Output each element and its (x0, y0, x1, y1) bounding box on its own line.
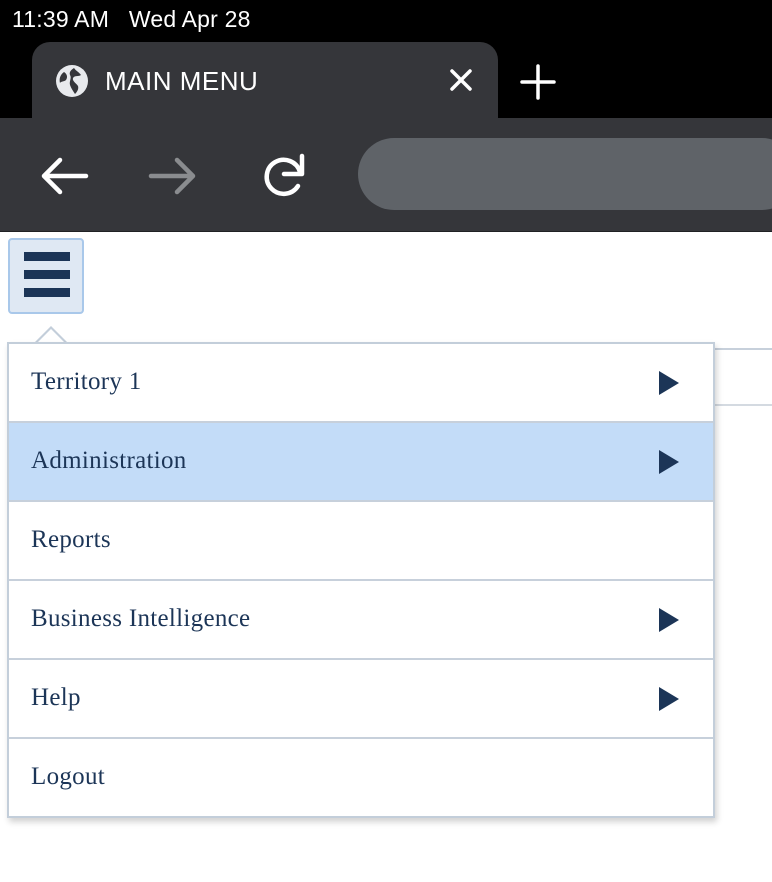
tab-title: MAIN MENU (105, 66, 259, 96)
status-bar: 11:39 AM Wed Apr 28 (0, 0, 772, 42)
plus-icon[interactable] (518, 62, 558, 102)
menu-item-territory-1[interactable]: Territory 1 (9, 344, 713, 423)
submenu-arrow-icon (659, 608, 679, 632)
submenu-arrow-icon (659, 371, 679, 395)
page-content: Territory 1 Administration Reports Busin… (0, 232, 772, 882)
menu-item-administration[interactable]: Administration (9, 423, 713, 502)
menu-item-label: Territory 1 (31, 368, 142, 395)
reload-icon[interactable] (256, 148, 312, 204)
address-bar[interactable] (358, 138, 772, 210)
menu-item-business-intelligence[interactable]: Business Intelligence (9, 581, 713, 660)
menu-item-label: Administration (31, 447, 187, 474)
menu-item-reports[interactable]: Reports (9, 502, 713, 581)
menu-item-label: Logout (31, 763, 106, 790)
main-menu-dropdown: Territory 1 Administration Reports Busin… (7, 342, 715, 818)
status-time-date: 11:39 AM Wed Apr 28 (12, 6, 251, 32)
forward-arrow-icon[interactable] (145, 148, 201, 204)
browser-toolbar (0, 118, 772, 232)
menu-item-label: Business Intelligence (31, 605, 251, 632)
menu-item-logout[interactable]: Logout (9, 739, 713, 816)
close-icon[interactable] (446, 65, 476, 95)
submenu-arrow-icon (659, 450, 679, 474)
globe-icon (56, 65, 88, 97)
menu-item-help[interactable]: Help (9, 660, 713, 739)
menu-item-label: Reports (31, 526, 111, 553)
menu-item-label: Help (31, 684, 81, 711)
submenu-arrow-icon (659, 687, 679, 711)
back-arrow-icon[interactable] (36, 148, 92, 204)
hamburger-menu-button[interactable] (8, 238, 84, 314)
tab-main-menu[interactable]: MAIN MENU (32, 42, 498, 118)
tab-strip: MAIN MENU (0, 42, 772, 118)
